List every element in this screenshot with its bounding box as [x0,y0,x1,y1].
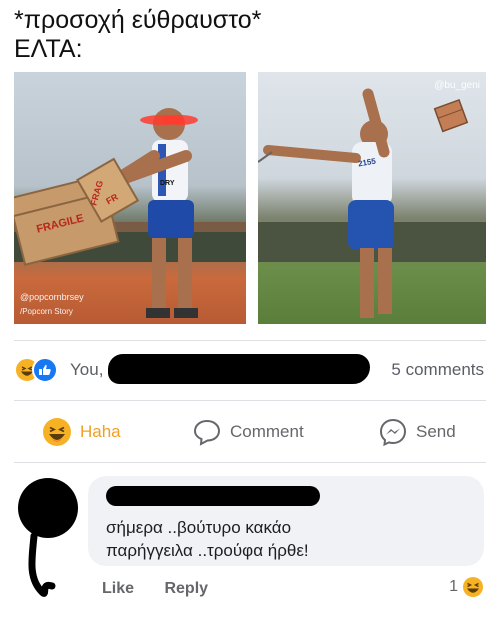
watermark-facebook: /Popcorn Story [20,307,73,316]
thrower-release-photo[interactable]: 2155 @bu_geni [258,72,486,324]
watermark-bu-geni: @bu_geni [434,80,480,91]
send-button[interactable]: Send [378,416,456,448]
haha-label: Haha [80,422,121,441]
like-reaction-icon [32,357,58,383]
avatar[interactable] [18,478,78,597]
meme-images[interactable]: FRAGILE FRAG FR DRY @popcornbrsey /Popco… [14,72,486,324]
messenger-icon [378,417,408,447]
comment-button[interactable]: Comment [192,416,304,448]
comment-icon [192,417,222,447]
haha-icon [42,417,72,447]
comment-line-2: παρήγγειλα ..τρούφα ήρθε! [106,541,309,560]
divider-top [14,340,486,341]
post-actions: Haha Comment Send [14,408,486,456]
reaction-icons[interactable] [14,357,62,383]
comment-text: σήμερα ..βούτυρο κακάο παρήγγειλα ..τρού… [106,516,309,562]
redacted-author-name [106,486,320,506]
comment-reaction-number: 1 [449,578,458,595]
comment-reaction-count[interactable]: 1 [449,576,484,598]
comment-item: σήμερα ..βούτυρο κακάο παρήγγειλα ..τρού… [14,468,486,614]
caption-line-1: *προσοχή εύθραυστο* [14,6,262,34]
caption-line-2: ΕΛΤΑ: [14,35,83,63]
comment-reply-button[interactable]: Reply [164,580,208,597]
watermark-instagram: @popcornbrsey [20,292,84,302]
comment-like-button[interactable]: Like [102,580,134,597]
comment-bubble[interactable]: σήμερα ..βούτυρο κακάο παρήγγειλα ..τρού… [88,476,484,566]
send-label: Send [416,422,456,441]
reactions-summary[interactable]: You, 5 comments [14,350,486,388]
hammer-thrower-photo[interactable]: FRAGILE FRAG FR DRY @popcornbrsey /Popco… [14,72,246,324]
athlete-bib-left: DRY [160,180,175,187]
thrower-illustration [258,88,486,318]
divider-middle [14,400,486,401]
divider-bottom [14,462,486,463]
comment-line-1: σήμερα ..βούτυρο κακάο [106,518,292,537]
haha-button[interactable]: Haha [42,416,121,448]
reaction-names[interactable]: You, [70,360,103,380]
comment-actions: Like Reply [102,580,234,598]
redaction-scribble-avatar [28,532,56,597]
post-caption: *προσοχή εύθραυστο* ΕΛΤΑ: [14,6,484,64]
comment-label: Comment [230,422,304,441]
hammer-thrower-illustration [14,108,246,318]
redaction-scribble [108,354,370,384]
haha-small-icon [462,576,484,598]
comments-count[interactable]: 5 comments [391,360,484,380]
